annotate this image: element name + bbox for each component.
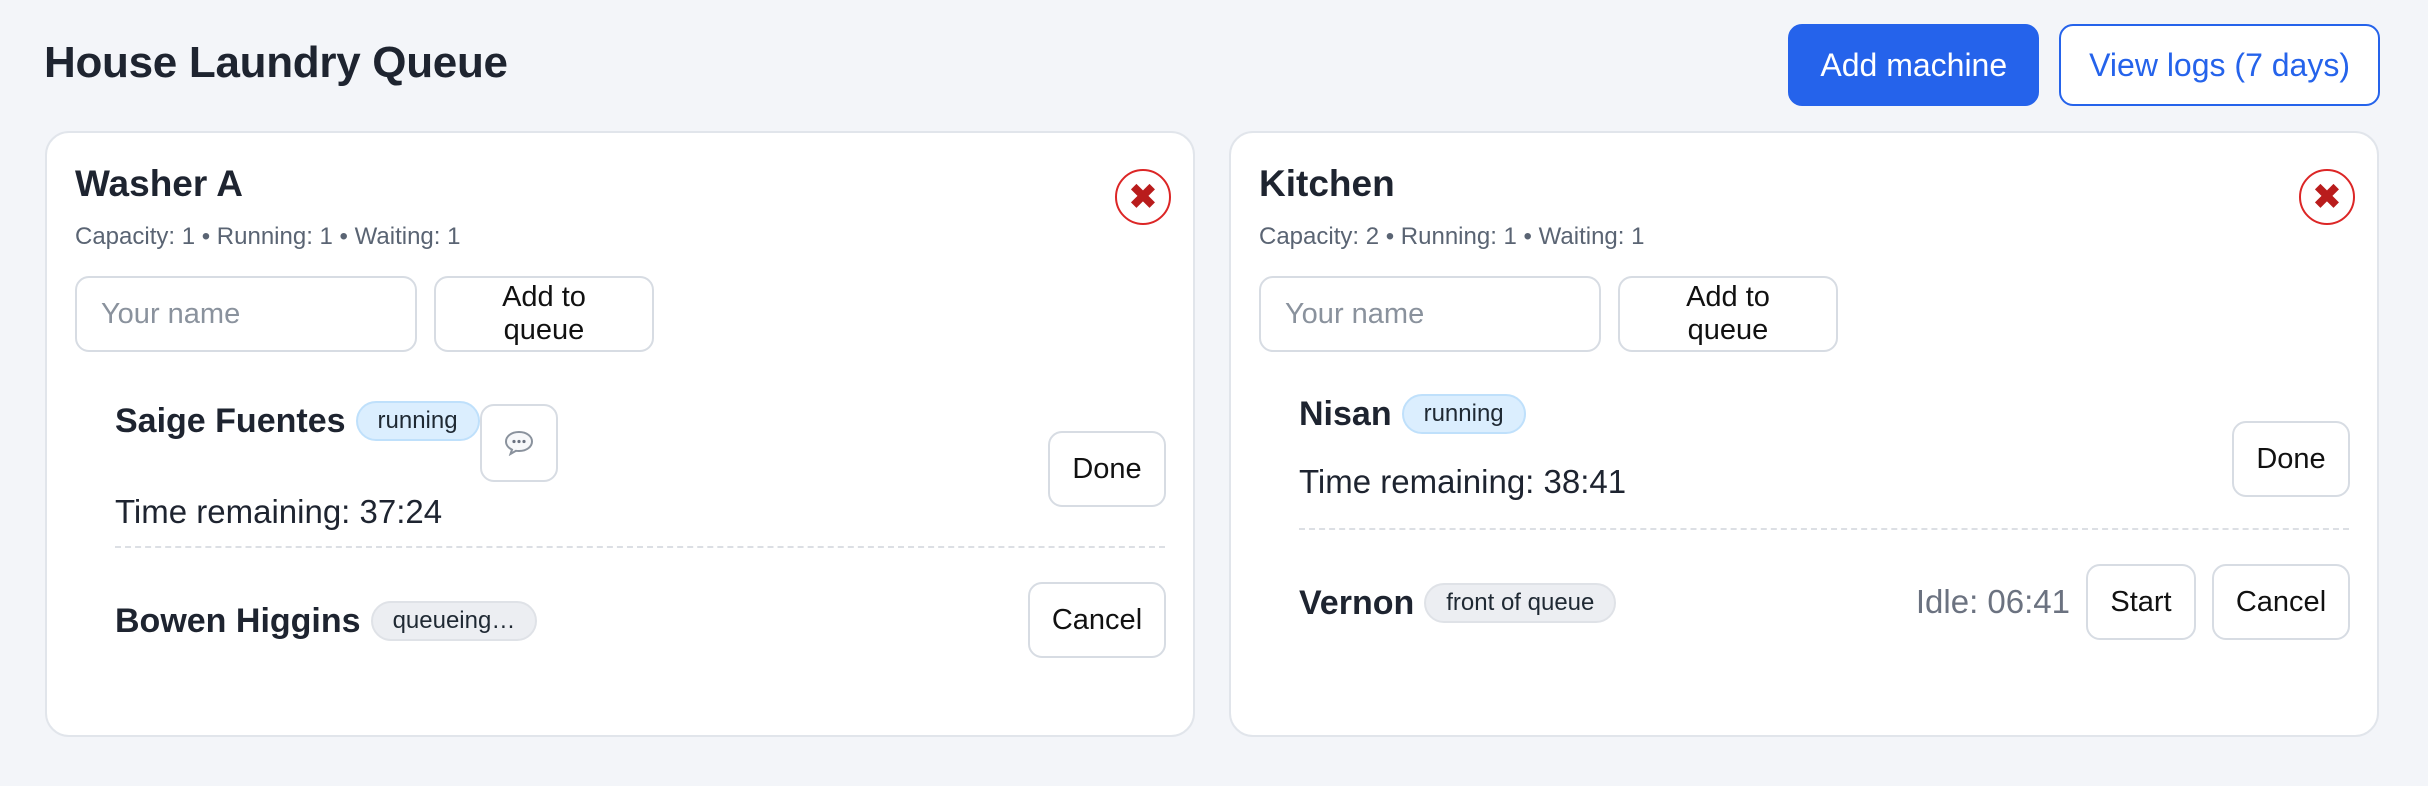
- name-input[interactable]: [1259, 276, 1601, 352]
- cancel-button[interactable]: Cancel: [2212, 564, 2350, 640]
- machine-card-kitchen: Kitchen Capacity: 2 • Running: 1 • Waiti…: [1229, 131, 2379, 737]
- remove-machine-button[interactable]: ✖: [2299, 169, 2355, 225]
- remove-machine-button[interactable]: ✖: [1115, 169, 1171, 225]
- machine-card-washer-a: Washer A Capacity: 1 • Running: 1 • Wait…: [45, 131, 1195, 737]
- page-title: House Laundry Queue: [44, 38, 508, 87]
- queue-entry-running: Nisan running: [1299, 392, 2349, 436]
- status-badge: queueing…: [370, 601, 538, 641]
- add-machine-button[interactable]: Add machine: [1788, 24, 2040, 106]
- queue-entry-waiting: Bowen Higgins queueing…: [115, 599, 1165, 643]
- header-actions: Add machine View logs (7 days): [1788, 24, 2380, 106]
- start-button[interactable]: Start: [2086, 564, 2196, 640]
- machine-stats: Capacity: 2 • Running: 1 • Waiting: 1: [1259, 223, 1645, 250]
- machine-name: Kitchen: [1259, 163, 1395, 204]
- entry-divider: [1299, 528, 2349, 530]
- entry-name: Saige Fuentes: [115, 401, 346, 440]
- done-button[interactable]: Done: [2232, 421, 2350, 497]
- speech-bubble-icon: [504, 430, 534, 456]
- status-badge: running: [1401, 394, 1526, 434]
- status-badge: front of queue: [1424, 583, 1617, 623]
- entry-name: Vernon: [1299, 583, 1415, 622]
- machine-stats: Capacity: 1 • Running: 1 • Waiting: 1: [75, 223, 461, 250]
- add-to-queue-button[interactable]: Add to queue: [434, 276, 654, 352]
- entry-name: Nisan: [1299, 394, 1392, 433]
- queue-entry-running: Saige Fuentes running: [115, 399, 1165, 443]
- entry-divider: [115, 546, 1165, 548]
- cancel-button[interactable]: Cancel: [1028, 582, 1166, 658]
- machine-name: Washer A: [75, 163, 243, 204]
- status-badge: running: [355, 401, 480, 441]
- entry-name: Bowen Higgins: [115, 601, 361, 640]
- time-remaining: Time remaining: 37:24: [115, 493, 443, 530]
- view-logs-button[interactable]: View logs (7 days): [2059, 24, 2380, 106]
- idle-time: Idle: 06:41: [1915, 583, 2070, 620]
- name-input[interactable]: [75, 276, 417, 352]
- close-icon: ✖: [2311, 176, 2343, 217]
- add-to-queue-button[interactable]: Add to queue: [1618, 276, 1838, 352]
- time-remaining: Time remaining: 38:41: [1299, 463, 1627, 500]
- close-icon: ✖: [1127, 176, 1159, 217]
- message-button[interactable]: [480, 404, 558, 482]
- done-button[interactable]: Done: [1048, 431, 1166, 507]
